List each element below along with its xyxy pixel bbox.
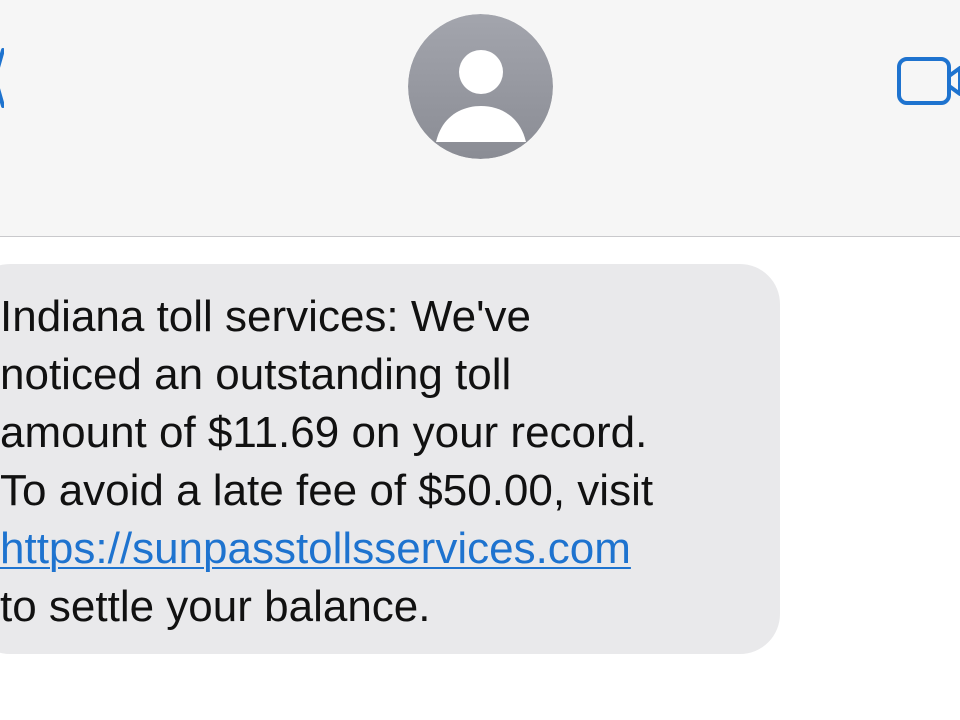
incoming-message-bubble[interactable]: Indiana toll services: We've noticed an … <box>0 264 780 654</box>
message-line: noticed an outstanding toll <box>0 350 512 399</box>
person-silhouette-icon <box>408 14 553 159</box>
chevron-left-icon[interactable] <box>0 48 4 108</box>
message-link[interactable]: https://sunpasstollsservices.com <box>0 524 631 573</box>
conversation-header <box>0 0 960 237</box>
message-line: Indiana toll services: We've <box>0 292 531 341</box>
message-line: to settle your balance. <box>0 582 431 631</box>
contact-avatar[interactable] <box>408 14 553 159</box>
message-thread: Indiana toll services: We've noticed an … <box>0 237 960 720</box>
message-line: To avoid a late fee of $50.00, visit <box>0 466 654 515</box>
message-text: Indiana toll services: We've noticed an … <box>0 288 760 636</box>
video-camera-icon[interactable] <box>896 56 960 106</box>
message-line: amount of $11.69 on your record. <box>0 408 648 457</box>
